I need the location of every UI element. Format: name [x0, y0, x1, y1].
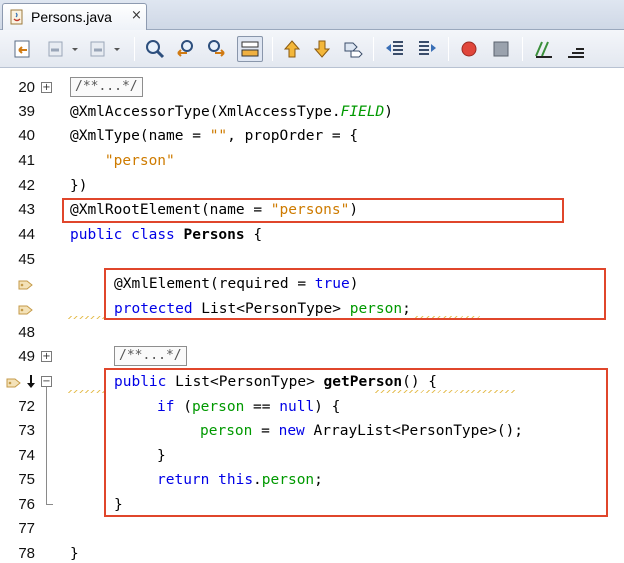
- code-line: 39 @XmlAccessorType(XmlAccessType.FIELD): [0, 100, 624, 124]
- code-line: 78 }: [0, 542, 624, 563]
- find-selection-icon[interactable]: [144, 38, 166, 60]
- code-line: 20 + /**...*/: [0, 76, 624, 100]
- highlight-box-getter: [104, 368, 608, 517]
- next-bookmark-icon[interactable]: [311, 38, 333, 60]
- warning-squiggle: [68, 316, 104, 319]
- code-text: @XmlAccessorType(XmlAccessType.FIELD): [70, 104, 394, 120]
- collapsed-comment[interactable]: /**...*/: [70, 77, 143, 97]
- shift-right-icon[interactable]: [416, 38, 438, 60]
- toolbar-separator: [448, 37, 449, 61]
- stop-macro-icon[interactable]: [490, 38, 512, 60]
- code-text: public class Persons {: [70, 227, 263, 243]
- uncomment-icon[interactable]: [565, 38, 587, 60]
- shift-left-icon[interactable]: [384, 38, 406, 60]
- toggle-highlight-icon[interactable]: [237, 36, 263, 62]
- line-number: 72: [18, 398, 35, 415]
- line-number: 44: [18, 226, 35, 243]
- line-number: 42: [18, 177, 35, 194]
- line-number: 43: [18, 201, 35, 218]
- close-icon[interactable]: ×: [131, 8, 142, 23]
- line-number: 73: [18, 422, 35, 439]
- comment-icon[interactable]: [533, 38, 555, 60]
- code-line: 41 "person": [0, 149, 624, 173]
- toolbar-separator: [134, 37, 135, 61]
- code-line: 49 + /**...*/: [0, 345, 624, 369]
- forward-icon[interactable]: [87, 38, 109, 60]
- line-number: 76: [18, 496, 35, 513]
- code-line: 40 @XmlType(name = "", propOrder = {: [0, 124, 624, 148]
- code-line: 42 }): [0, 174, 624, 198]
- annotation-tag-icon[interactable]: [18, 302, 34, 316]
- find-previous-icon[interactable]: [175, 38, 197, 60]
- find-next-icon[interactable]: [205, 38, 227, 60]
- code-text: @XmlType(name = "", propOrder = {: [70, 128, 359, 144]
- back-icon[interactable]: [45, 38, 67, 60]
- line-number: 39: [18, 103, 35, 120]
- tab-persons-java[interactable]: Persons.java ×: [2, 3, 147, 30]
- back-dropdown-icon[interactable]: [70, 38, 80, 60]
- line-number: 45: [18, 251, 35, 268]
- editor-tab-bar: Persons.java ×: [0, 0, 624, 30]
- previous-bookmark-icon[interactable]: [281, 38, 303, 60]
- annotation-tag-icon[interactable]: [6, 375, 22, 389]
- code-text: }: [70, 546, 79, 562]
- toolbar-separator: [272, 37, 273, 61]
- toolbar-separator: [373, 37, 374, 61]
- highlight-box-field: [104, 268, 606, 320]
- forward-dropdown-icon[interactable]: [112, 38, 122, 60]
- java-file-icon: [9, 9, 25, 25]
- line-number: 77: [18, 520, 35, 537]
- code-editor[interactable]: 20 + /**...*/ 39 @XmlAccessorType(XmlAcc…: [0, 68, 624, 563]
- expand-fold-icon[interactable]: +: [41, 351, 52, 362]
- code-line: 77: [0, 517, 624, 541]
- expand-fold-icon[interactable]: +: [41, 82, 52, 93]
- warning-squiggle: [68, 390, 104, 393]
- toggle-bookmark-icon[interactable]: [341, 38, 363, 60]
- highlight-box-root-element: [62, 198, 564, 223]
- last-edit-icon[interactable]: [12, 38, 34, 60]
- code-line: 44 public class Persons {: [0, 223, 624, 247]
- line-number: 40: [18, 127, 35, 144]
- line-number: 41: [18, 152, 35, 169]
- line-number: 20: [18, 79, 35, 96]
- line-number: 74: [18, 447, 35, 464]
- start-macro-icon[interactable]: [458, 38, 480, 60]
- code-text: "person": [104, 153, 175, 169]
- down-arrow-icon: [26, 374, 36, 388]
- annotation-tag-icon[interactable]: [18, 277, 34, 291]
- line-number: 48: [18, 324, 35, 341]
- tab-label: Persons.java: [31, 9, 112, 25]
- code-text: }): [70, 178, 88, 194]
- collapsed-comment[interactable]: /**...*/: [114, 346, 187, 366]
- collapse-fold-icon[interactable]: −: [41, 376, 52, 387]
- line-number: 78: [18, 545, 35, 562]
- editor-toolbar: [0, 30, 624, 68]
- line-number: 75: [18, 471, 35, 488]
- line-number: 49: [18, 348, 35, 365]
- code-line: 48: [0, 321, 624, 345]
- toolbar-separator: [522, 37, 523, 61]
